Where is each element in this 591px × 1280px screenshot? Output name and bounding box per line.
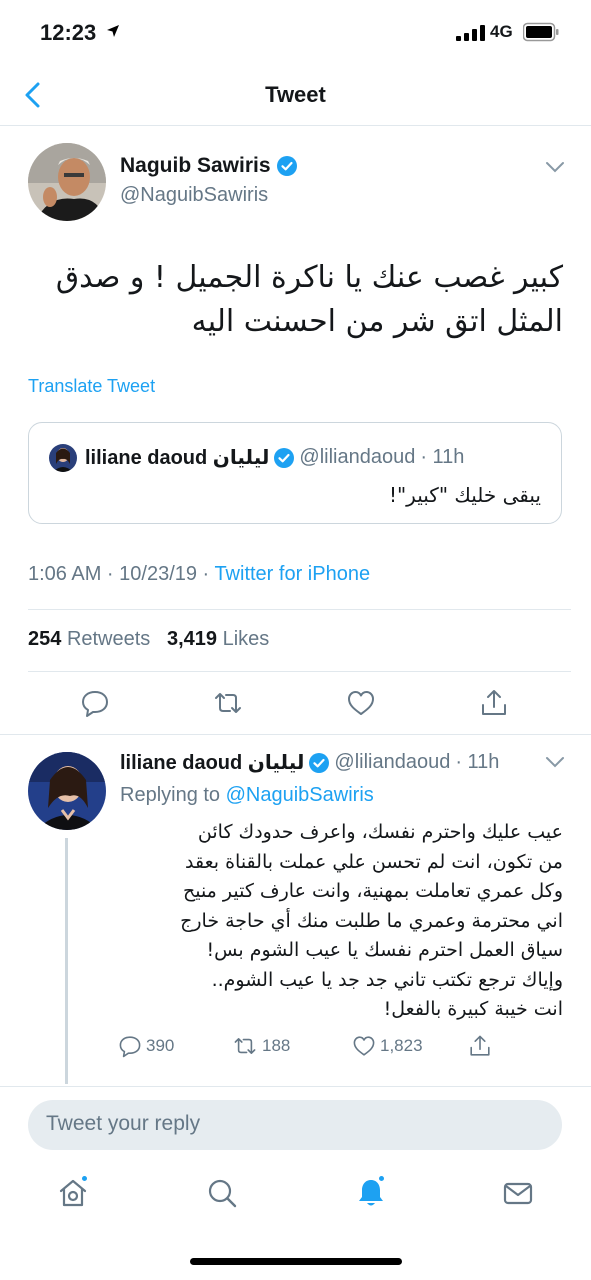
tweet-meta: 1:06 AM · 10/23/19 · Twitter for iPhone xyxy=(28,563,370,586)
reply-replies-button[interactable]: 390 xyxy=(118,1034,174,1058)
reply-text-line: اني محترمة وعمري ما طلبت منك أي حاجة خار… xyxy=(180,909,563,932)
verified-badge-icon xyxy=(276,156,297,176)
reply-text-line: سياق العمل احترم نفسك يا عيب الشوم بس! xyxy=(206,939,563,961)
reply-header: liliane daoud ليليان @liliandaoud · 11h xyxy=(120,750,499,775)
divider xyxy=(0,734,591,735)
retweet-icon xyxy=(234,1038,256,1054)
quoted-tweet[interactable]: liliane daoud ليليان @liliandaoud · 11h … xyxy=(28,422,562,524)
reply-retweet-button[interactable]: 188 xyxy=(232,1034,290,1058)
share-icon[interactable] xyxy=(479,688,509,718)
reply-author-handle[interactable]: @liliandaoud xyxy=(334,751,450,774)
location-arrow-icon xyxy=(107,25,119,37)
like-heart-icon xyxy=(353,1036,375,1056)
replying-label: Replying to xyxy=(120,784,221,806)
likes-stat[interactable]: 3,419 Likes xyxy=(167,628,269,650)
quoted-header: liliane daoud ليليان @liliandaoud · 11h xyxy=(85,445,464,470)
author-handle[interactable]: @NaguibSawiris xyxy=(120,184,268,207)
tweet-timestamp: 1:06 AM · 10/23/19 · xyxy=(28,563,210,585)
chevron-down-icon[interactable] xyxy=(544,160,566,174)
messages-mail-icon[interactable] xyxy=(501,1176,535,1210)
quoted-avatar xyxy=(49,444,77,472)
retweets-label: Retweets xyxy=(66,628,151,650)
reply-text-line: انت خيبة كبيرة بالفعل! xyxy=(383,998,563,1020)
signal-icon xyxy=(456,25,485,41)
reply-retweets-count: 188 xyxy=(262,1036,291,1055)
author-name-text: Naguib Sawiris xyxy=(120,154,271,177)
divider xyxy=(0,1086,591,1087)
nav-bar: Tweet xyxy=(0,62,591,126)
replying-to-link[interactable]: @NaguibSawiris xyxy=(226,784,374,806)
page-title: Tweet xyxy=(265,82,326,107)
network-type: 4G xyxy=(490,22,513,41)
home-indicator xyxy=(190,1258,402,1265)
search-tab-icon[interactable] xyxy=(205,1176,239,1210)
tweet-text: كبير غصب عنك يا ناكرة الجميل ! و صدق الم… xyxy=(55,260,563,339)
quoted-text: يبقى خليك "كبير"! xyxy=(388,483,541,507)
verified-badge-icon xyxy=(309,752,330,773)
reply-input[interactable]: Tweet your reply xyxy=(28,1100,562,1150)
like-heart-icon[interactable] xyxy=(346,688,376,718)
tweet-source-link[interactable]: Twitter for iPhone xyxy=(214,563,370,585)
likes-label: Likes xyxy=(222,628,270,650)
share-icon xyxy=(470,1035,490,1056)
reply-author-name[interactable]: liliane daoud ليليان xyxy=(120,750,304,775)
reply-text-line: من تكون، انت لم تحسن علي عملت بالقناة بع… xyxy=(185,850,563,873)
chevron-down-icon[interactable] xyxy=(544,755,566,769)
battery-icon xyxy=(523,22,559,42)
reply-replies-count: 390 xyxy=(146,1036,175,1055)
retweet-icon[interactable] xyxy=(213,688,243,718)
reply-icon xyxy=(119,1036,141,1058)
likes-count: 3,419 xyxy=(166,628,218,650)
home-notification-dot xyxy=(80,1174,89,1183)
verified-badge-icon xyxy=(274,447,295,468)
reply-text-line: عيب عليك واحترم نفسك، واعرف حدودك كائن xyxy=(197,821,563,843)
replying-to: Replying to @NaguibSawiris xyxy=(120,784,374,807)
tweet-actions xyxy=(0,684,591,724)
tweet-stats: 254 Retweets 3,419 Likes xyxy=(28,628,269,651)
reply-text-line: وكل عمري تعاملت بمهنية، وانت عارف كتير م… xyxy=(182,880,563,902)
translate-tweet-link[interactable]: Translate Tweet xyxy=(28,376,155,397)
status-bar: 12:23 4G xyxy=(0,0,591,62)
reply-time: · 11h xyxy=(455,751,500,773)
reply-icon[interactable] xyxy=(80,688,110,718)
status-time: 12:23 xyxy=(40,20,97,45)
reply-text: عيب عليك واحترم نفسك، واعرف حدودك كائن م… xyxy=(120,818,563,1025)
reply-like-button[interactable]: 1,823 xyxy=(352,1034,423,1058)
author-name[interactable]: Naguib Sawiris xyxy=(120,154,297,178)
notifications-dot xyxy=(377,1174,386,1183)
retweets-stat[interactable]: 254 Retweets xyxy=(28,628,150,650)
quoted-author-handle: @liliandaoud xyxy=(299,446,416,468)
retweets-count: 254 xyxy=(28,628,62,650)
quoted-time: · 11h xyxy=(420,446,465,468)
reply-likes-count: 1,823 xyxy=(380,1036,423,1055)
divider xyxy=(28,671,571,672)
reply-text-line: وإياك ترجع تكتب تاني جد جد يا عيب الشوم.… xyxy=(211,968,563,991)
author-avatar[interactable] xyxy=(28,143,106,221)
reply-share-button[interactable] xyxy=(468,1034,492,1058)
reply-actions: 390 188 1,823 xyxy=(118,1034,518,1060)
reply-author-avatar[interactable] xyxy=(28,752,106,830)
divider xyxy=(28,609,571,610)
quoted-author-name: liliane daoud ليليان xyxy=(85,447,270,469)
thread-line xyxy=(65,838,68,1084)
